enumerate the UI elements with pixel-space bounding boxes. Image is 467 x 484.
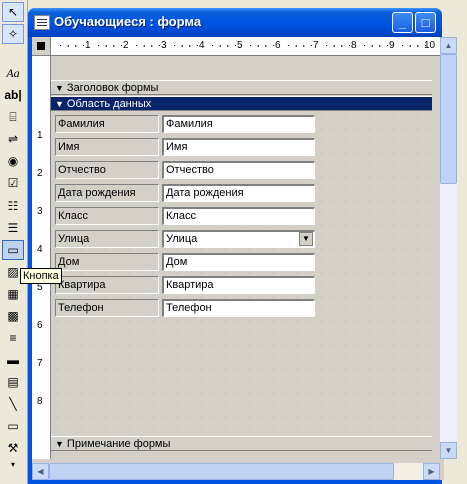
textbox-data-rozhdeniya[interactable]: Дата рождения (162, 184, 315, 202)
textbox-imya[interactable]: Имя (162, 138, 315, 156)
section-label: Заголовок формы (66, 81, 159, 94)
textbox-dom[interactable]: Дом (162, 253, 315, 271)
ruler-number: 3 (37, 206, 43, 217)
ruler-number: 10 (424, 40, 436, 51)
ruler-number: 7 (37, 358, 43, 369)
label-tool-icon[interactable]: Aa (2, 63, 24, 83)
option-button-icon[interactable]: ◉ (2, 151, 24, 171)
section-label: Область данных (66, 97, 152, 110)
unbound-frame-icon[interactable]: ▦ (2, 284, 24, 304)
textbox-tool-icon[interactable]: ab| (2, 85, 24, 105)
label-dom[interactable]: Дом (55, 253, 159, 271)
toolbox: ↖ ✧ Aa ab| ⌸ ⇌ ◉ ☑ ☷ ☰ ▭ ▨ ▦ ▩ ≡ ▬ ▤ ╲ ▭… (0, 0, 28, 484)
form-icon (34, 15, 50, 30)
scroll-down-icon[interactable]: ▼ (440, 442, 457, 459)
dropdown-arrow-icon[interactable]: ▼ (299, 232, 313, 246)
ruler-number: 7 (313, 40, 319, 51)
tooltip: Кнопка (20, 268, 62, 284)
form-footer-bar[interactable]: ▼ Примечание формы (51, 436, 432, 451)
ruler-number: 5 (237, 40, 243, 51)
horizontal-scroll-thumb[interactable] (49, 463, 394, 480)
tab-control-icon[interactable]: ▬ (2, 350, 24, 370)
label-ulitsa[interactable]: Улица (55, 230, 159, 248)
ruler-number: 2 (123, 40, 129, 51)
detail-section-bar[interactable]: ▼ Область данных (51, 96, 432, 111)
label-klass[interactable]: Класс (55, 207, 159, 225)
label-familiya[interactable]: Фамилия (55, 115, 159, 133)
vertical-scroll-thumb[interactable] (440, 54, 457, 184)
form-design-window: Обучающиеся : форма _ □ 1 2 3 4 5 6 7 8 … (28, 8, 457, 484)
form-design-surface: ▼ Заголовок формы ▼ Область данных Фамил… (51, 56, 432, 459)
ruler-number: 4 (37, 244, 43, 255)
minimize-button[interactable]: _ (392, 12, 413, 33)
ruler-number: 6 (275, 40, 281, 51)
form-selector[interactable] (32, 37, 51, 56)
form-selector-square (37, 42, 45, 50)
section-arrow-icon: ▼ (55, 82, 64, 93)
toggle-button-icon[interactable]: ⇌ (2, 129, 24, 149)
ruler-number: 3 (161, 40, 167, 51)
more-controls-icon[interactable]: ⚒ (2, 438, 24, 458)
horizontal-scrollbar[interactable]: ◀ ▶ (32, 463, 440, 480)
label-imya[interactable]: Имя (55, 138, 159, 156)
ruler-number: 6 (37, 320, 43, 331)
listbox-tool-icon[interactable]: ☰ (2, 218, 24, 238)
combobox-value: Улица (166, 233, 198, 245)
vertical-scrollbar[interactable]: ▲ ▼ (440, 37, 457, 459)
ruler-number: 1 (85, 40, 91, 51)
window-title: Обучающиеся : форма (54, 14, 202, 29)
scroll-right-icon[interactable]: ▶ (423, 463, 440, 480)
bound-frame-icon[interactable]: ▩ (2, 306, 24, 326)
toolbox-scroll-icon[interactable]: ▾ (2, 458, 24, 470)
option-group-icon[interactable]: ⌸ (2, 107, 24, 127)
textbox-klass[interactable]: Класс (162, 207, 315, 225)
textbox-kvartira[interactable]: Квартира (162, 276, 315, 294)
subform-icon[interactable]: ▤ (2, 372, 24, 392)
section-label: Примечание формы (66, 437, 171, 450)
ruler-number: 4 (199, 40, 205, 51)
detail-area[interactable]: Фамилия Фамилия Имя Имя Отчество Отчеств… (51, 111, 432, 449)
horizontal-ruler[interactable]: 1 2 3 4 5 6 7 8 9 10 (51, 37, 440, 56)
section-arrow-icon: ▼ (55, 438, 64, 449)
label-telefon[interactable]: Телефон (55, 299, 159, 317)
label-otchestvo[interactable]: Отчество (55, 161, 159, 179)
scroll-left-icon[interactable]: ◀ (32, 463, 49, 480)
design-client-area: 1 2 3 4 5 6 7 8 9 10 1 2 3 4 5 6 7 8 ▼ З… (32, 37, 457, 480)
select-objects-icon[interactable]: ↖ (2, 2, 24, 22)
ruler-number: 1 (37, 130, 43, 141)
form-header-bar[interactable]: ▼ Заголовок формы (51, 80, 432, 95)
section-arrow-icon: ▼ (55, 98, 64, 109)
combobox-tool-icon[interactable]: ☷ (2, 196, 24, 216)
line-tool-icon[interactable]: ╲ (2, 394, 24, 414)
ruler-number: 8 (37, 396, 43, 407)
ruler-number: 9 (389, 40, 395, 51)
page-break-icon[interactable]: ≡ (2, 328, 24, 348)
ruler-number: 2 (37, 168, 43, 179)
control-wizards-icon[interactable]: ✧ (2, 24, 24, 44)
textbox-familiya[interactable]: Фамилия (162, 115, 315, 133)
textbox-otchestvo[interactable]: Отчество (162, 161, 315, 179)
label-kvartira[interactable]: Квартира (55, 276, 159, 294)
rectangle-tool-icon[interactable]: ▭ (2, 416, 24, 436)
command-button-icon[interactable]: ▭ (2, 240, 24, 260)
scroll-up-icon[interactable]: ▲ (440, 37, 457, 54)
title-bar[interactable]: Обучающиеся : форма _ □ (28, 8, 442, 37)
combobox-ulitsa[interactable]: Улица ▼ (162, 230, 315, 248)
ruler-number: 8 (351, 40, 357, 51)
horizontal-ruler-ticks (60, 45, 426, 47)
maximize-button[interactable]: □ (415, 12, 436, 33)
vertical-ruler[interactable]: 1 2 3 4 5 6 7 8 (32, 56, 51, 459)
checkbox-tool-icon[interactable]: ☑ (2, 173, 24, 193)
label-data-rozhdeniya[interactable]: Дата рождения (55, 184, 159, 202)
textbox-telefon[interactable]: Телефон (162, 299, 315, 317)
